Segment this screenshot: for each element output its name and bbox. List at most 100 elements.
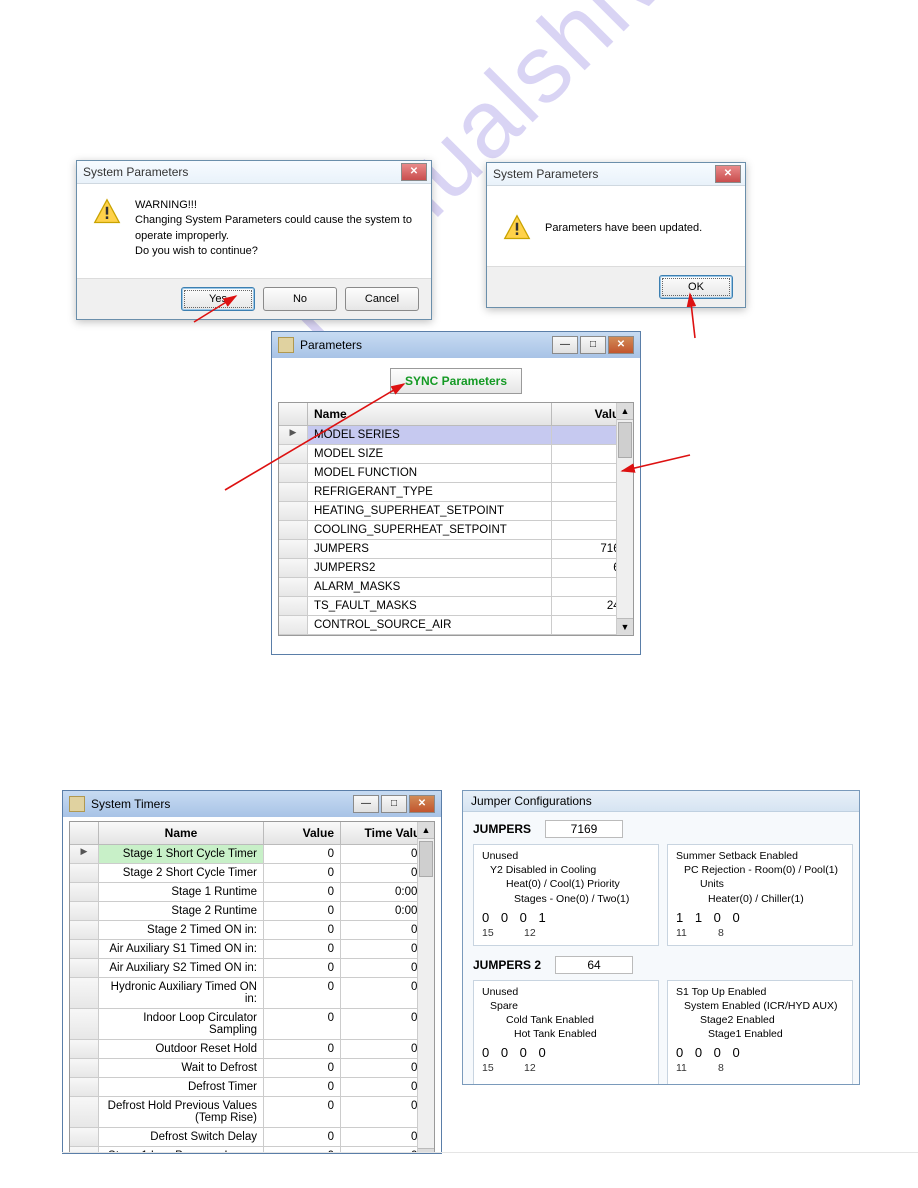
row-header bbox=[70, 864, 99, 882]
table-row[interactable]: Defrost Timer00:0 bbox=[70, 1078, 434, 1097]
row-header bbox=[279, 483, 308, 501]
table-row[interactable]: REFRIGERANT_TYPE0 bbox=[279, 483, 633, 502]
table-row[interactable]: Wait to Defrost00:0 bbox=[70, 1059, 434, 1078]
cell-name: Stage 1 Runtime bbox=[99, 883, 264, 901]
row-header bbox=[279, 502, 308, 520]
cell-name: REFRIGERANT_TYPE bbox=[308, 483, 552, 501]
table-row[interactable]: Stage 2 Timed ON in:00:0 bbox=[70, 921, 434, 940]
table-row[interactable]: HEATING_SUPERHEAT_SETPOINT8 bbox=[279, 502, 633, 521]
scroll-up-icon[interactable]: ▲ bbox=[418, 822, 434, 839]
cancel-button[interactable]: Cancel bbox=[345, 287, 419, 311]
j1-group-a: Unused Y2 Disabled in Cooling Heat(0) / … bbox=[473, 844, 659, 946]
scrollbar[interactable]: ▲ ▼ bbox=[417, 822, 434, 1154]
line: Cold Tank Enabled bbox=[482, 1013, 650, 1027]
table-row[interactable]: Defrost Hold Previous Values (Temp Rise)… bbox=[70, 1097, 434, 1128]
row-header bbox=[279, 464, 308, 482]
table-row[interactable]: TS_FAULT_MASKS249 bbox=[279, 597, 633, 616]
scroll-thumb[interactable] bbox=[618, 422, 632, 458]
jumper-config-panel: Jumper Configurations JUMPERS 7169 Unuse… bbox=[462, 790, 860, 1085]
row-header bbox=[279, 445, 308, 463]
minimize-icon[interactable]: — bbox=[353, 795, 379, 813]
timers-titlebar: System Timers — □ ✕ bbox=[63, 791, 441, 817]
jumpers1-groups: Unused Y2 Disabled in Cooling Heat(0) / … bbox=[473, 844, 849, 946]
table-row[interactable]: Air Auxiliary S2 Timed ON in:00:0 bbox=[70, 959, 434, 978]
ok-button[interactable]: OK bbox=[659, 275, 733, 299]
table-row[interactable]: MODEL SERIES9 bbox=[279, 426, 633, 445]
parameters-grid[interactable]: Name Value MODEL SERIES9MODEL SIZE9MODEL… bbox=[278, 402, 634, 636]
close-icon[interactable]: ✕ bbox=[608, 336, 634, 354]
table-row[interactable]: Stage 1 Short Cycle Timer00:0 bbox=[70, 845, 434, 864]
table-row[interactable]: JUMPERS7169 bbox=[279, 540, 633, 559]
line: Y2 Disabled in Cooling bbox=[482, 863, 650, 877]
cell-name: COOLING_SUPERHEAT_SETPOINT bbox=[308, 521, 552, 539]
timers-grid-body[interactable]: Stage 1 Short Cycle Timer00:0Stage 2 Sho… bbox=[70, 845, 434, 1154]
table-row[interactable]: Stage 2 Runtime00:00:0 bbox=[70, 902, 434, 921]
line: Stage1 Enabled bbox=[676, 1027, 844, 1041]
line: System Enabled (ICR/HYD AUX) bbox=[676, 999, 844, 1013]
cell-value: 0 bbox=[264, 921, 341, 939]
warning-line1: Changing System Parameters could cause t… bbox=[135, 213, 415, 244]
table-row[interactable]: CONTROL_SOURCE_AIR1 bbox=[279, 616, 633, 635]
cell-name: Defrost Switch Delay bbox=[99, 1128, 264, 1146]
cell-name: Defrost Hold Previous Values (Temp Rise) bbox=[99, 1097, 264, 1127]
table-row[interactable]: COOLING_SUPERHEAT_SETPOINT8 bbox=[279, 521, 633, 540]
app-icon bbox=[69, 796, 85, 812]
close-icon[interactable]: ✕ bbox=[409, 795, 435, 813]
line: Hot Tank Enabled bbox=[482, 1027, 650, 1041]
dialog-warning-title: System Parameters bbox=[81, 165, 401, 179]
row-header bbox=[70, 845, 99, 863]
scrollbar[interactable]: ▲ ▼ bbox=[616, 403, 633, 635]
maximize-icon[interactable]: □ bbox=[381, 795, 407, 813]
parameters-grid-body[interactable]: MODEL SERIES9MODEL SIZE9MODEL FUNCTION3R… bbox=[279, 426, 633, 635]
maximize-icon[interactable]: □ bbox=[580, 336, 606, 354]
table-row[interactable]: MODEL SIZE9 bbox=[279, 445, 633, 464]
table-row[interactable]: Outdoor Reset Hold00:0 bbox=[70, 1040, 434, 1059]
table-row[interactable]: Stage 1 Runtime00:00:0 bbox=[70, 883, 434, 902]
dialog-warning-text: WARNING!!! Changing System Parameters co… bbox=[135, 198, 415, 260]
table-row[interactable]: MODEL FUNCTION3 bbox=[279, 464, 633, 483]
cell-name: Hydronic Auxiliary Timed ON in: bbox=[99, 978, 264, 1008]
col-value: Value bbox=[264, 822, 341, 844]
no-button[interactable]: No bbox=[263, 287, 337, 311]
close-icon[interactable]: ✕ bbox=[715, 165, 741, 183]
cell-name: Air Auxiliary S2 Timed ON in: bbox=[99, 959, 264, 977]
yes-button[interactable]: Yes bbox=[181, 287, 255, 311]
close-icon[interactable]: ✕ bbox=[401, 163, 427, 181]
row-header bbox=[279, 578, 308, 596]
table-row[interactable]: Hydronic Auxiliary Timed ON in:00:0 bbox=[70, 978, 434, 1009]
scroll-up-icon[interactable]: ▲ bbox=[617, 403, 633, 420]
row-header bbox=[279, 540, 308, 558]
table-row[interactable]: JUMPERS264 bbox=[279, 559, 633, 578]
warning-line2: Do you wish to continue? bbox=[135, 244, 415, 259]
table-row[interactable]: Air Auxiliary S1 Timed ON in:00:0 bbox=[70, 940, 434, 959]
table-row[interactable]: Stage 2 Short Cycle Timer00:0 bbox=[70, 864, 434, 883]
scroll-down-icon[interactable]: ▼ bbox=[617, 618, 633, 635]
cell-name: Air Auxiliary S1 Timed ON in: bbox=[99, 940, 264, 958]
app-icon bbox=[278, 337, 294, 353]
row-header bbox=[279, 616, 308, 634]
row-header bbox=[70, 1128, 99, 1146]
minimize-icon[interactable]: — bbox=[552, 336, 578, 354]
dialog-updated-titlebar: System Parameters ✕ bbox=[487, 163, 745, 186]
line: Units bbox=[676, 877, 844, 891]
sync-parameters-button[interactable]: SYNC Parameters bbox=[390, 368, 522, 394]
cell-value: 0 bbox=[264, 978, 341, 1008]
table-row[interactable]: Indoor Loop Circulator Sampling00:0 bbox=[70, 1009, 434, 1040]
dialog-warning-footer: Yes No Cancel bbox=[77, 278, 431, 319]
table-row[interactable]: Defrost Switch Delay00:0 bbox=[70, 1128, 434, 1147]
timers-grid[interactable]: Name Value Time Value Stage 1 Short Cycl… bbox=[69, 821, 435, 1154]
row-header bbox=[70, 1078, 99, 1096]
row-header bbox=[70, 883, 99, 901]
jumpers2-value: 64 bbox=[555, 956, 633, 974]
bit-index: 1512 bbox=[482, 927, 650, 939]
row-header bbox=[279, 597, 308, 615]
scroll-down-icon[interactable]: ▼ bbox=[418, 1148, 434, 1154]
timers-title: System Timers bbox=[91, 797, 347, 811]
dialog-warning-body: WARNING!!! Changing System Parameters co… bbox=[77, 184, 431, 278]
scroll-thumb[interactable] bbox=[419, 841, 433, 877]
cell-value: 0 bbox=[264, 1040, 341, 1058]
row-header bbox=[70, 959, 99, 977]
cell-name: HEATING_SUPERHEAT_SETPOINT bbox=[308, 502, 552, 520]
cell-value: 0 bbox=[264, 883, 341, 901]
table-row[interactable]: ALARM_MASKS4 bbox=[279, 578, 633, 597]
